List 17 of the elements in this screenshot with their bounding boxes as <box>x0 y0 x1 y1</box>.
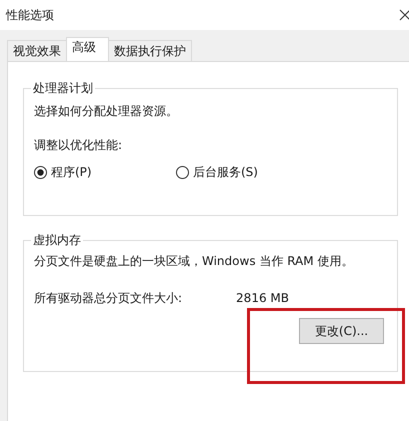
close-icon[interactable] <box>399 9 409 21</box>
total-size-label: 所有驱动器总分页文件大小: <box>34 290 182 306</box>
change-button[interactable]: 更改(C)... <box>299 318 384 344</box>
total-size-value: 2816 MB <box>236 290 289 306</box>
window-title: 性能选项 <box>6 6 54 24</box>
radio-icon[interactable] <box>176 166 189 178</box>
radio-option[interactable]: 后台服务(S) <box>176 164 318 180</box>
radio-option[interactable]: 程序(P) <box>34 164 176 180</box>
tab[interactable]: 视觉效果 <box>7 40 67 61</box>
description-text: 分页文件是硬盘上的一块区域，Windows 当作 RAM 使用。 <box>34 253 354 269</box>
radio-icon[interactable] <box>34 166 47 178</box>
group-legend: 虚拟内存 <box>31 232 83 248</box>
prompt-label: 调整以优化性能: <box>34 137 124 153</box>
group-legend: 处理器计划 <box>31 80 95 96</box>
tab[interactable]: 数据执行保护 <box>108 40 192 61</box>
description-text: 选择如何分配处理器资源。 <box>34 103 179 119</box>
tab[interactable]: 高级 <box>66 37 109 61</box>
